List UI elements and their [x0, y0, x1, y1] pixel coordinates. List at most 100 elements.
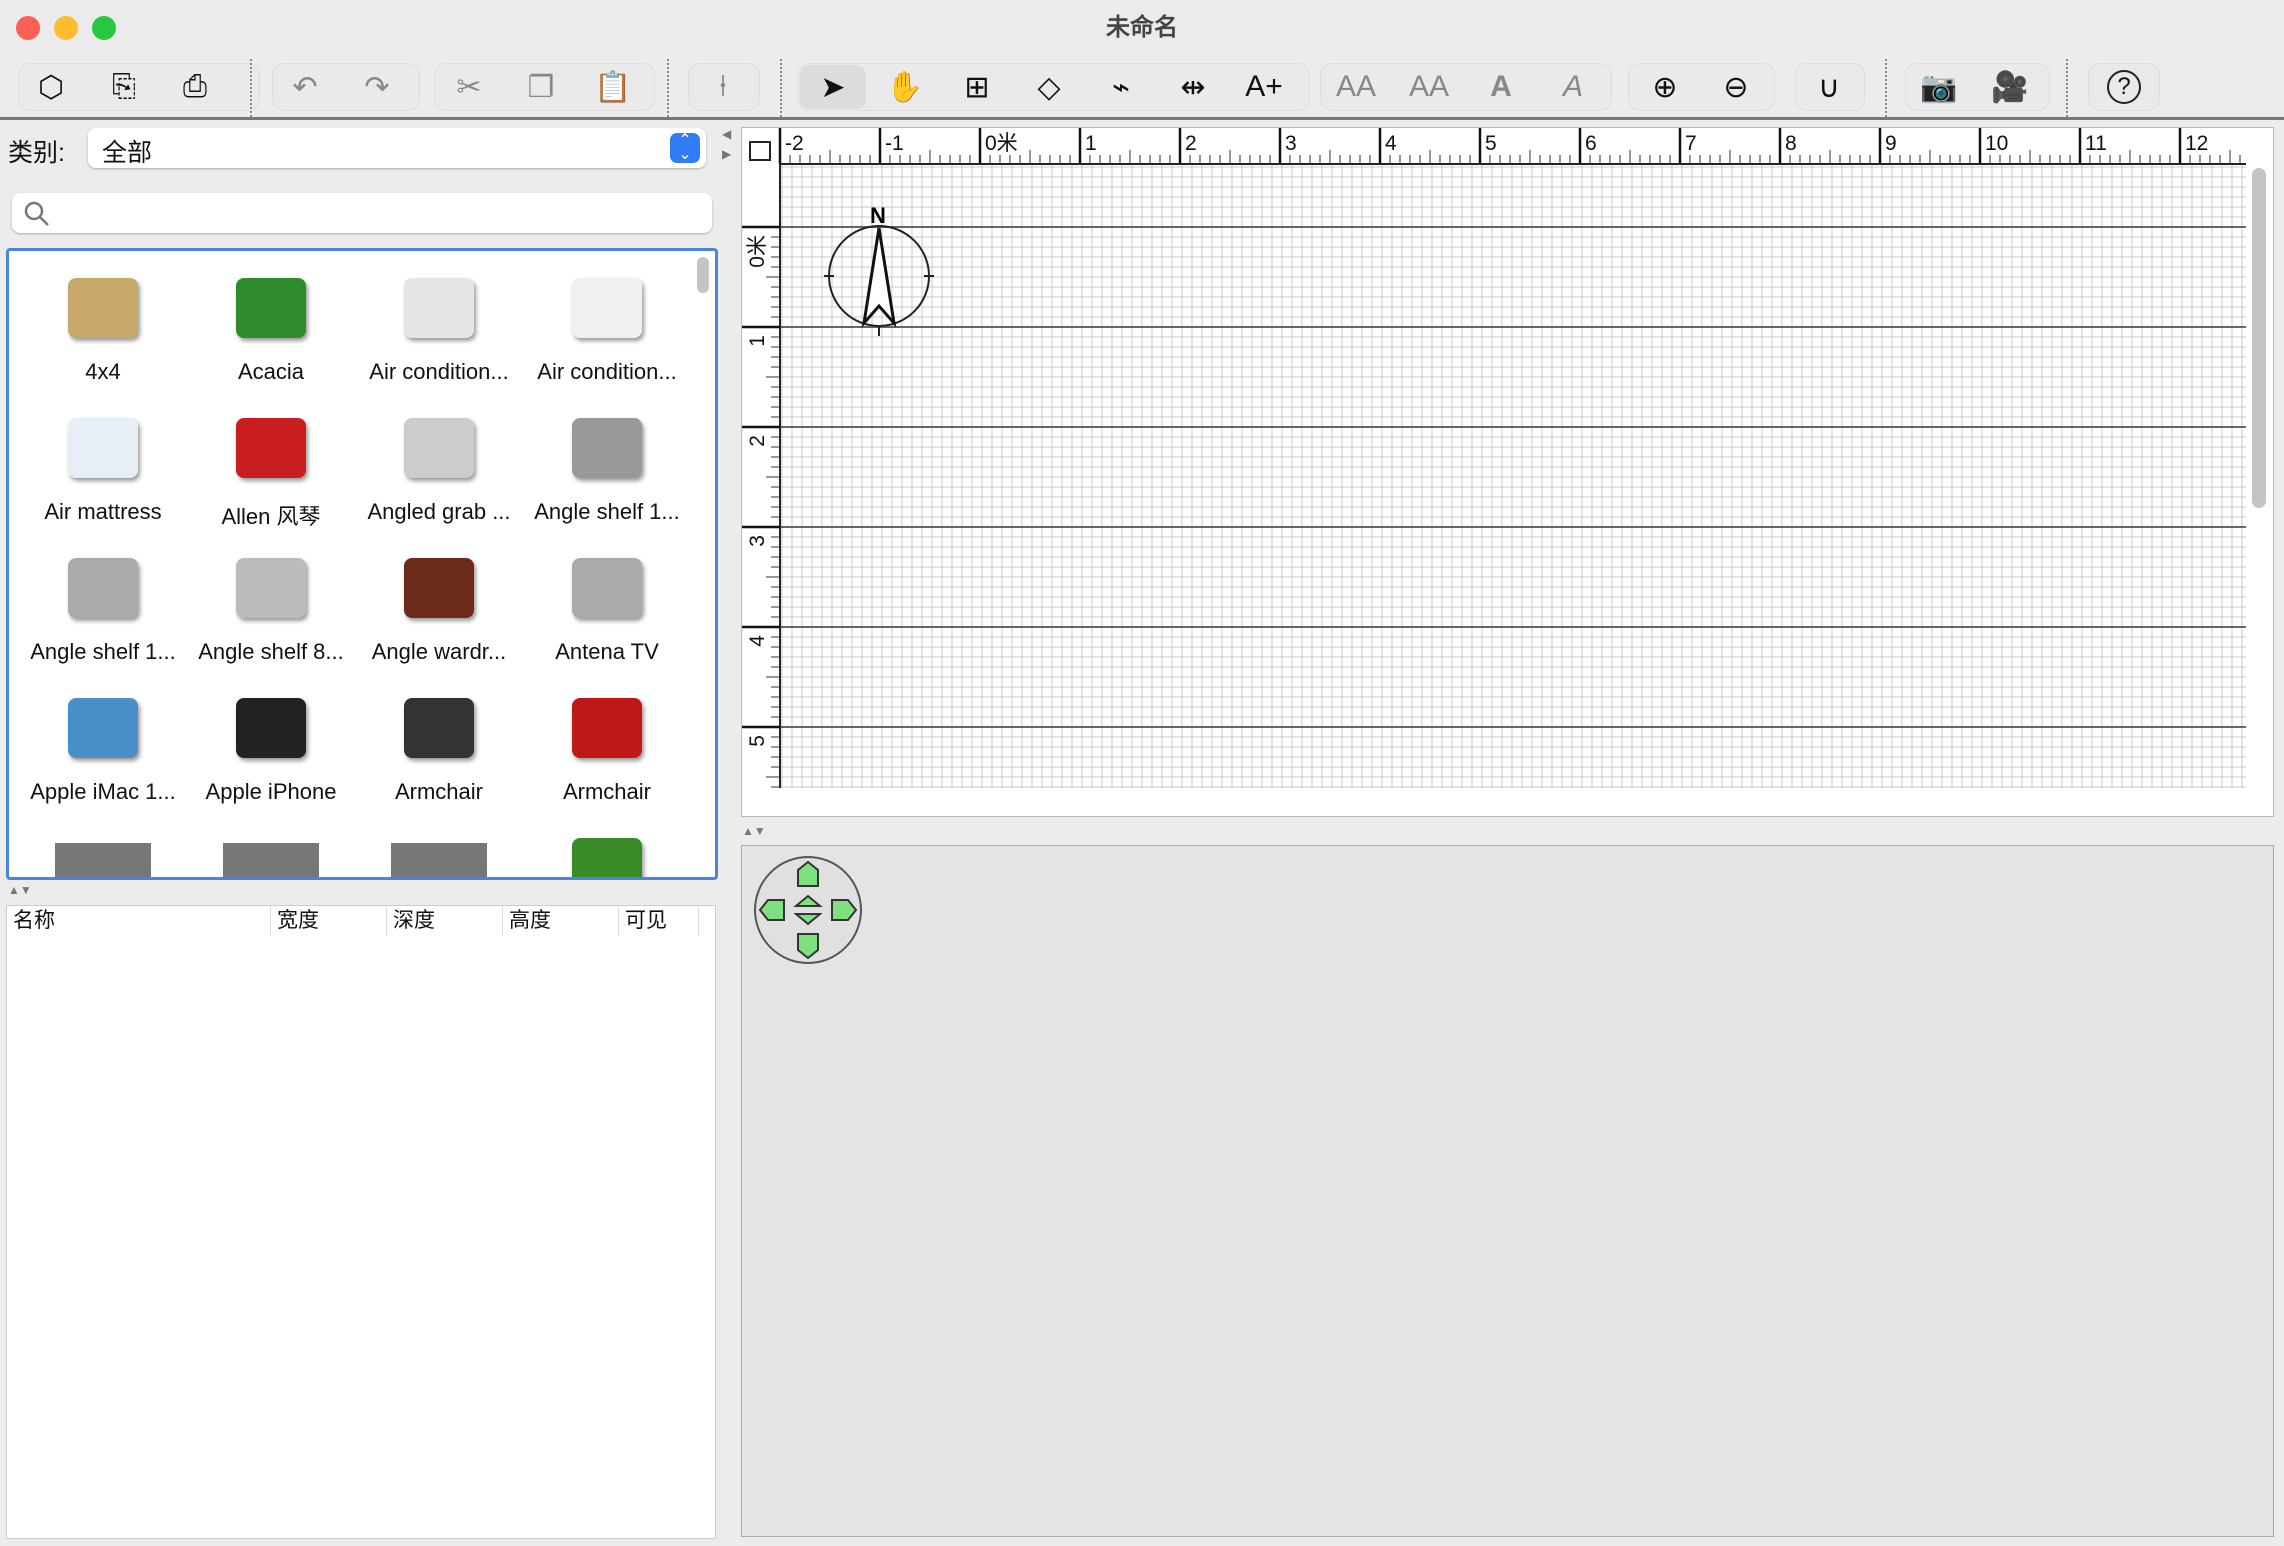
- category-select[interactable]: 全部 ⌃ ⌄: [88, 128, 706, 168]
- help-button[interactable]: ?: [2091, 65, 2157, 109]
- furniture-thumbnail-icon: [391, 683, 487, 773]
- furniture-thumbnail-icon: [559, 823, 655, 877]
- magnet-icon: ∪: [1818, 70, 1840, 104]
- catalog-item[interactable]: Air mattress: [19, 393, 187, 533]
- new-home-button[interactable]: ⬡: [18, 65, 84, 109]
- column-header[interactable]: 名称: [7, 906, 271, 936]
- catalog-item[interactable]: Apple iMac 1...: [19, 673, 187, 813]
- paste-button[interactable]: 📋: [580, 65, 646, 109]
- catalog-item[interactable]: Armchair: [523, 673, 691, 813]
- new-icon: ⬡: [37, 70, 65, 104]
- zoom-window-button[interactable]: [92, 16, 116, 40]
- splitter-arrows-icon[interactable]: ▲▼: [8, 883, 32, 897]
- undo-button[interactable]: ↶: [272, 65, 338, 109]
- ruler-x-label: 11: [2085, 132, 2107, 155]
- catalog-item[interactable]: Air condition...: [355, 253, 523, 393]
- pointer-icon: ➤: [820, 70, 846, 104]
- catalog-item[interactable]: Apple iPhone: [187, 673, 355, 813]
- furniture-table[interactable]: 名称 宽度 深度 高度 可见: [6, 905, 716, 1539]
- furniture-thumbnail-icon: [223, 823, 319, 877]
- select-chevron-icon: ⌃ ⌄: [670, 133, 700, 163]
- text-bigger-icon: AA: [1335, 70, 1377, 103]
- plan-vertical-scrollbar[interactable]: [2252, 168, 2266, 508]
- catalog-item-label: Angle shelf 8...: [198, 639, 344, 664]
- create-polylines-button[interactable]: ⌁: [1088, 65, 1154, 109]
- add-text-button[interactable]: A+: [1231, 65, 1297, 109]
- catalog-item[interactable]: Angle wardr...: [355, 533, 523, 673]
- catalog-item[interactable]: Air condition...: [523, 253, 691, 393]
- magnetism-button[interactable]: ∪: [1796, 65, 1862, 109]
- open-button[interactable]: ⎘: [91, 65, 157, 109]
- zoom-in-button[interactable]: ⊕: [1632, 65, 1698, 109]
- catalog-item[interactable]: Angle shelf 1...: [19, 533, 187, 673]
- ruler-x-label: 9: [1885, 132, 1897, 155]
- create-walls-button[interactable]: ⊞: [944, 65, 1010, 109]
- search-input[interactable]: [12, 193, 712, 233]
- furniture-thumbnail-icon: [55, 543, 151, 633]
- plan-splitter-arrows-icon[interactable]: ▲▼: [742, 824, 766, 838]
- create-dimensions-button[interactable]: ⇹: [1160, 65, 1226, 109]
- column-header[interactable]: 深度: [387, 906, 503, 936]
- decrease-text-size-button[interactable]: AA: [1396, 65, 1462, 109]
- furniture-thumbnail-icon: [223, 403, 319, 493]
- cut-button[interactable]: ✂: [436, 65, 502, 109]
- bold-button[interactable]: A: [1468, 65, 1534, 109]
- column-header[interactable]: 宽度: [271, 906, 387, 936]
- catalog-item[interactable]: [187, 813, 355, 877]
- ruler-x-label: -2: [785, 132, 804, 155]
- minimize-window-button[interactable]: [54, 16, 78, 40]
- catalog-item[interactable]: [19, 813, 187, 877]
- save-button[interactable]: ⎙: [162, 65, 228, 109]
- toolbar-separator: [2066, 59, 2068, 117]
- 3d-view[interactable]: [741, 845, 2274, 1537]
- catalog-item[interactable]: Angle shelf 1...: [523, 393, 691, 533]
- add-furniture-icon: ⍿: [719, 70, 727, 103]
- video-camera-icon: 🎥: [1991, 70, 2029, 104]
- plan-view[interactable]: -2 -1 0米 1 2 3 4 5 6 7 8 9 10 11 12 0米 1 2 3 4 5 N: [741, 127, 2274, 817]
- vertical-splitter-arrows-icon[interactable]: ◀ ▶: [722, 124, 731, 164]
- select-mode-button[interactable]: ➤: [800, 65, 866, 109]
- catalog-item[interactable]: 4x4: [19, 253, 187, 393]
- toolbar-separator: [1885, 59, 1887, 117]
- catalog-item-label: Apple iMac 1...: [30, 779, 176, 804]
- ruler-x-label: 6: [1585, 132, 1597, 155]
- create-video-button[interactable]: 🎥: [1977, 65, 2043, 109]
- catalog-item[interactable]: Armchair: [355, 673, 523, 813]
- copy-button[interactable]: ❐: [508, 65, 574, 109]
- catalog-item[interactable]: Angled grab ...: [355, 393, 523, 533]
- ruler-x-label: 12: [2185, 132, 2208, 155]
- pan-mode-button[interactable]: ✋: [872, 65, 938, 109]
- furniture-thumbnail-icon: [55, 823, 151, 877]
- furniture-thumbnail-icon: [223, 683, 319, 773]
- catalog-item-label: Antena TV: [555, 639, 659, 664]
- ruler-y-label: 4: [746, 635, 769, 647]
- catalog-item[interactable]: Antena TV: [523, 533, 691, 673]
- column-header[interactable]: 可见: [619, 906, 699, 936]
- catalog-item[interactable]: [523, 813, 691, 877]
- left-panel: 类别: 全部 ⌃ ⌄ 4x4 Acacia Air condition... Air c…: [0, 123, 720, 1546]
- catalog-scrollbar[interactable]: [697, 257, 709, 293]
- increase-text-size-button[interactable]: AA: [1323, 65, 1389, 109]
- redo-button[interactable]: ↷: [344, 65, 410, 109]
- furniture-catalog[interactable]: 4x4 Acacia Air condition... Air condition..…: [6, 248, 718, 880]
- catalog-item-label: Apple iPhone: [205, 779, 337, 804]
- furniture-thumbnail-icon: [559, 263, 655, 353]
- navigation-arrows-control[interactable]: [752, 854, 864, 966]
- zoom-out-button[interactable]: ⊖: [1703, 65, 1769, 109]
- column-header[interactable]: 高度: [503, 906, 619, 936]
- catalog-item[interactable]: Angle shelf 8...: [187, 533, 355, 673]
- wall-icon: ⊞: [964, 70, 990, 104]
- catalog-item[interactable]: Allen 风琴: [187, 393, 355, 533]
- italic-button[interactable]: A: [1540, 65, 1606, 109]
- open-icon: ⎘: [112, 70, 136, 103]
- ruler-x-label: 1: [1085, 132, 1097, 155]
- create-photo-button[interactable]: 📷: [1906, 65, 1972, 109]
- catalog-item-label: Air mattress: [44, 499, 162, 524]
- close-window-button[interactable]: [16, 16, 40, 40]
- add-furniture-button[interactable]: ⍿: [690, 65, 756, 109]
- catalog-item[interactable]: Acacia: [187, 253, 355, 393]
- catalog-item[interactable]: [355, 813, 523, 877]
- catalog-item-label: 4x4: [85, 359, 121, 384]
- catalog-item-label: Acacia: [237, 359, 305, 384]
- create-rooms-button[interactable]: ◇: [1016, 65, 1082, 109]
